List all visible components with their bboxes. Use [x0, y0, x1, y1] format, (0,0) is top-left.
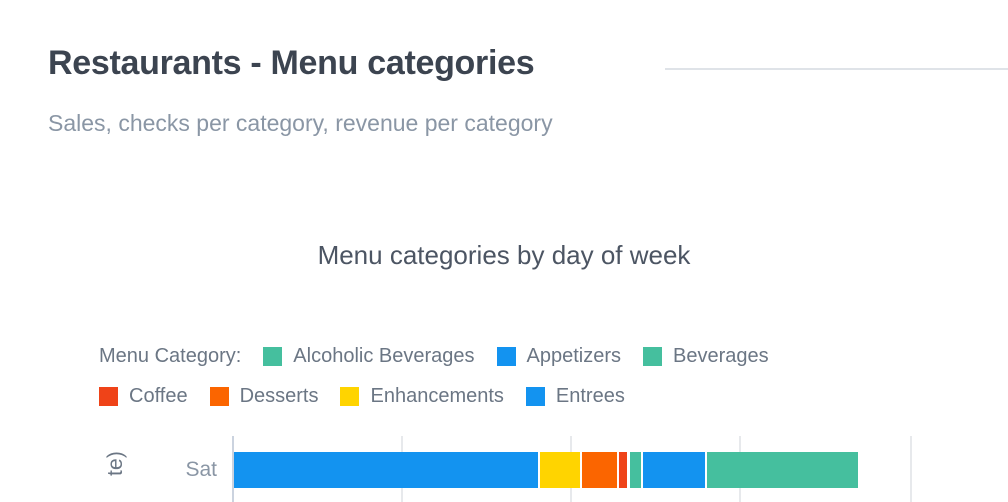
legend-swatch-icon	[340, 387, 359, 406]
legend-item-coffee[interactable]: Coffee	[99, 385, 188, 408]
header-divider	[665, 68, 1008, 70]
legend-item-label: Entrees	[556, 385, 625, 408]
legend-caption: Menu Category:	[99, 345, 241, 368]
chart-legend: Menu Category: Alcoholic Beverages Appet…	[99, 336, 979, 416]
legend-swatch-icon	[99, 387, 118, 406]
legend-item-label: Desserts	[240, 385, 319, 408]
legend-item-desserts[interactable]: Desserts	[210, 385, 319, 408]
legend-swatch-icon	[497, 347, 516, 366]
chart-title-text: Menu categories by day of week	[318, 240, 691, 271]
page-subtitle: Sales, checks per category, revenue per …	[48, 110, 553, 137]
legend-item-label: Coffee	[129, 385, 188, 408]
legend-swatch-icon	[643, 347, 662, 366]
dashboard-page: Restaurants - Menu categories Sales, che…	[0, 0, 1008, 502]
gridline	[910, 436, 912, 502]
stacked-bar-sat	[234, 452, 858, 488]
page-title: Restaurants - Menu categories	[48, 44, 534, 83]
legend-swatch-icon	[526, 387, 545, 406]
legend-row: Menu Category: Alcoholic Beverages Appet…	[99, 336, 979, 376]
legend-item-alcoholic-beverages[interactable]: Alcoholic Beverages	[263, 345, 474, 368]
bar-segment-coffee[interactable]	[619, 452, 627, 488]
legend-item-label: Enhancements	[370, 385, 503, 408]
bar-segment-appetizers[interactable]	[234, 452, 538, 488]
legend-item-appetizers[interactable]: Appetizers	[497, 345, 622, 368]
chart-title: Menu categories by day of week	[0, 240, 1008, 271]
legend-row: Coffee Desserts Enhancements Entrees	[99, 376, 979, 416]
chart-plot-area: te) Sat	[0, 432, 1008, 502]
bar-segment-entrees[interactable]	[643, 452, 705, 488]
legend-item-label: Appetizers	[527, 345, 622, 368]
bar-segment-alcoholic-beverages[interactable]	[707, 452, 858, 488]
legend-item-label: Beverages	[673, 345, 769, 368]
bar-segment-enhancements[interactable]	[540, 452, 580, 488]
legend-item-enhancements[interactable]: Enhancements	[340, 385, 503, 408]
legend-item-label: Alcoholic Beverages	[293, 345, 474, 368]
bar-segment-beverages[interactable]	[630, 452, 641, 488]
legend-swatch-icon	[263, 347, 282, 366]
legend-item-entrees[interactable]: Entrees	[526, 385, 625, 408]
legend-swatch-icon	[210, 387, 229, 406]
bar-segment-desserts[interactable]	[582, 452, 617, 488]
legend-item-beverages[interactable]: Beverages	[643, 345, 769, 368]
